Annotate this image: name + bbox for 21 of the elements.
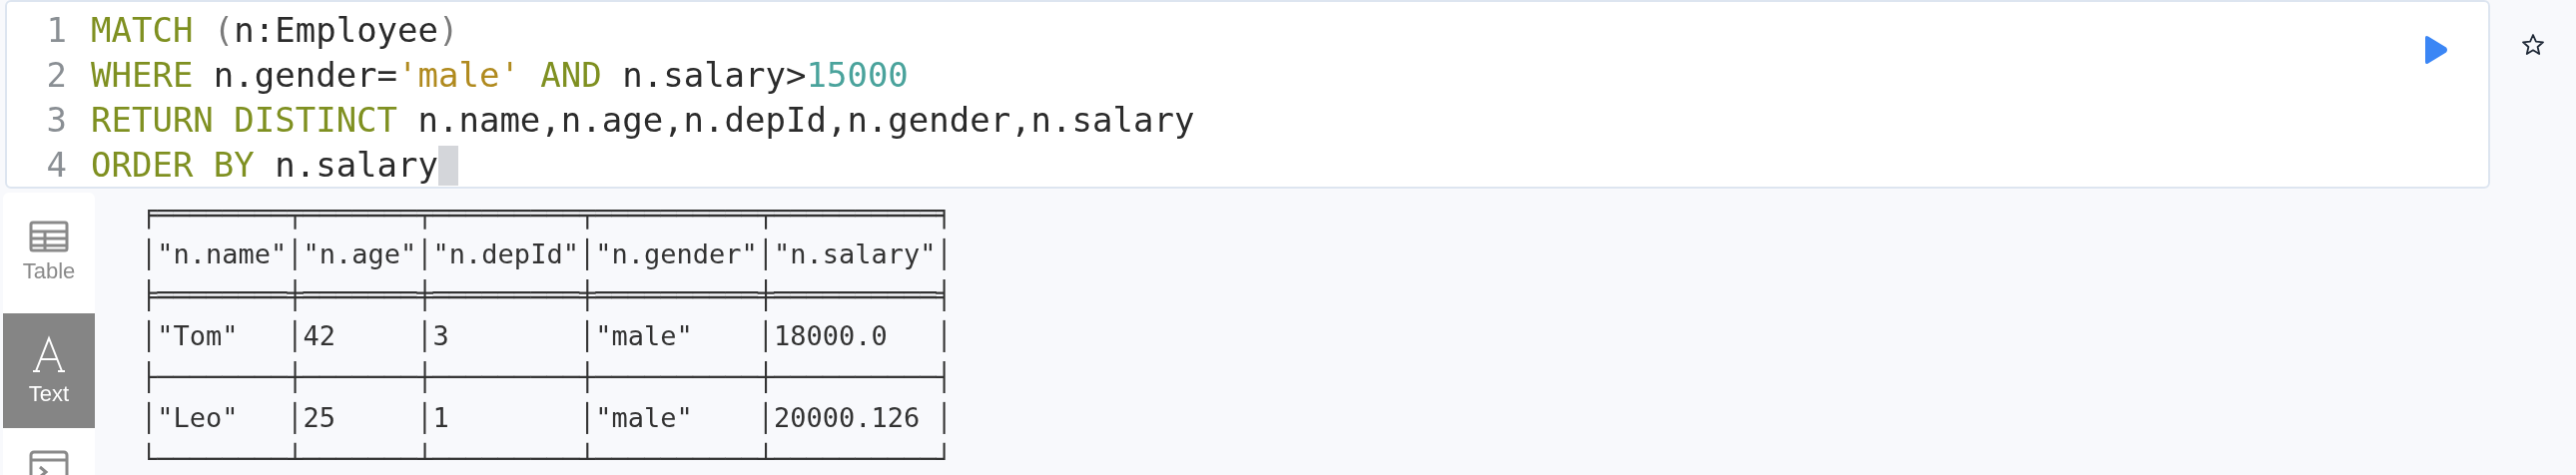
line-number: 1 — [45, 9, 68, 52]
letter-icon — [32, 335, 66, 375]
code-line: MATCH (n:Employee) — [91, 9, 459, 52]
play-icon — [2422, 35, 2448, 65]
code-line: RETURN DISTINCT n.name,n.age,n.depId,n.gender,n.salary — [91, 99, 1195, 142]
star-icon — [2521, 33, 2545, 57]
result-text-line: │"n.name"│"n.age"│"n.depId"│"n.gender"│"n.salary"│ — [141, 238, 953, 272]
code-line: ORDER BY n.salary — [91, 144, 438, 187]
result-text-line: ╒════════╤═══════╤═════════╤══════════╤══════════╕ — [141, 197, 953, 232]
view-tab[interactable]: Text — [3, 313, 95, 428]
line-number: 2 — [45, 54, 68, 97]
line-number: 3 — [45, 99, 68, 142]
query-editor[interactable]: 1 MATCH (n:Employee) 2 WHERE n.gender='male' AND n.salary>15000 3 RETURN DISTINCT n.name,n.age,n.depId,n.gender,n.salary 4 ORDER BY n.salary — [5, 0, 2490, 189]
result-text-line: ╞════════╪═══════╪═════════╪══════════╪══════════╡ — [141, 278, 953, 313]
code-line: WHERE n.gender='male' AND n.salary>15000 — [91, 54, 909, 97]
table-icon — [29, 221, 69, 252]
result-text-line: │"Tom" │42 │3 │"male" │18000.0 │ — [141, 319, 953, 354]
result-text-line: ├────────┼───────┼─────────┼──────────┼──────────┤ — [141, 360, 953, 395]
result-text-line: │"Leo" │25 │1 │"male" │20000.126 │ — [141, 401, 953, 436]
result-text-line: └────────┴───────┴─────────┴──────────┴──────────┘ — [141, 441, 953, 475]
line-number: 4 — [45, 144, 68, 187]
